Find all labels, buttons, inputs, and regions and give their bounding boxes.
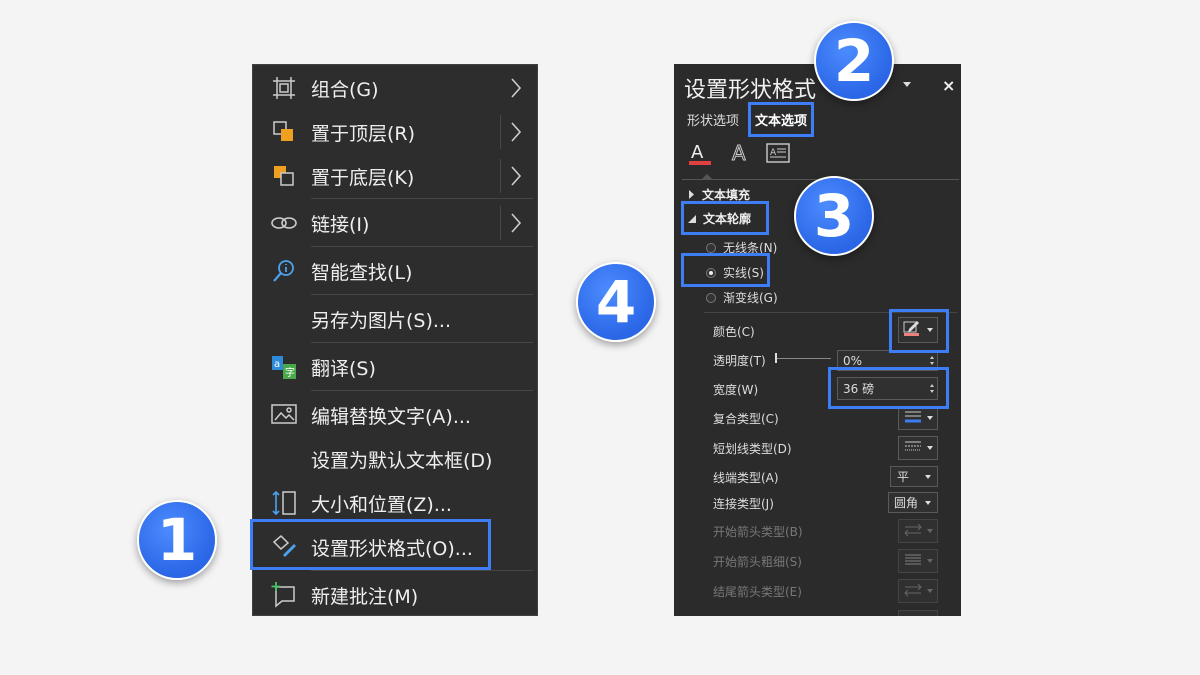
menu-separator bbox=[311, 294, 533, 295]
menu-item-label: 编辑替换文字(A)... bbox=[311, 405, 471, 428]
send-to-back-icon bbox=[269, 161, 299, 191]
highlight-text-options-tab bbox=[748, 102, 814, 137]
menu-item-label: 设置为默认文本框(D) bbox=[311, 449, 493, 472]
menu-item-bring-to-front[interactable]: 置于顶层(R) bbox=[253, 109, 537, 155]
svg-text:A: A bbox=[691, 142, 704, 163]
menu-item-send-to-back[interactable]: 置于底层(K) bbox=[253, 153, 537, 199]
label-transparency: 透明度(T) bbox=[713, 354, 766, 368]
menu-item-translate[interactable]: a字 翻译(S) bbox=[253, 344, 537, 390]
join-type-dropdown[interactable]: 圆角 bbox=[888, 492, 938, 513]
chevron-down-icon bbox=[925, 474, 931, 479]
alt-text-icon bbox=[269, 400, 299, 430]
group-icon bbox=[269, 73, 299, 103]
menu-item-set-default-textbox[interactable]: 设置为默认文本框(D) bbox=[253, 436, 537, 482]
chevron-right-icon bbox=[501, 71, 531, 105]
menu-separator bbox=[311, 390, 533, 391]
arrow-type-icon bbox=[903, 522, 922, 541]
radio-dot[interactable] bbox=[706, 242, 716, 253]
label-end-arrow-type: 结尾箭头类型(E) bbox=[713, 585, 802, 599]
begin-arrow-size-dropdown[interactable] bbox=[898, 549, 938, 573]
smart-lookup-icon bbox=[269, 256, 299, 286]
menu-item-label: 置于顶层(R) bbox=[311, 122, 416, 145]
menu-item-label: 新建批注(M) bbox=[311, 585, 419, 608]
cap-type-dropdown[interactable]: 平 bbox=[890, 466, 938, 487]
close-button[interactable]: × bbox=[942, 76, 955, 95]
pane-options-dropdown-icon[interactable] bbox=[903, 82, 911, 87]
chevron-down-icon bbox=[925, 500, 931, 505]
end-arrow-size-dropdown[interactable] bbox=[898, 610, 938, 616]
chevron-right-icon[interactable] bbox=[500, 115, 531, 149]
end-arrow-type-dropdown[interactable] bbox=[898, 579, 938, 603]
label-begin-arrow-type: 开始箭头类型(B) bbox=[713, 525, 803, 539]
menu-item-new-comment[interactable]: 新建批注(M) bbox=[253, 572, 537, 618]
compound-type-dropdown[interactable] bbox=[898, 406, 938, 430]
menu-item-label: 翻译(S) bbox=[311, 357, 376, 380]
menu-item-save-as-picture[interactable]: 另存为图片(S)... bbox=[253, 296, 537, 342]
text-fill-outline-icon[interactable]: A bbox=[686, 140, 714, 172]
label-compound-type: 复合类型(C) bbox=[713, 412, 779, 426]
menu-item-link[interactable]: 链接(I) bbox=[253, 200, 537, 246]
label-cap-type: 线端类型(A) bbox=[713, 471, 779, 485]
chevron-down-icon bbox=[926, 559, 933, 563]
link-icon bbox=[269, 208, 299, 238]
menu-item-label: 智能查找(L) bbox=[311, 261, 413, 284]
label-dash-type: 短划线类型(D) bbox=[713, 442, 792, 456]
chevron-down-icon bbox=[926, 446, 933, 450]
menu-item-group[interactable]: 组合(G) bbox=[253, 65, 537, 111]
textbox-icon[interactable]: A bbox=[764, 140, 792, 172]
menu-item-label: 置于底层(K) bbox=[311, 166, 415, 189]
begin-arrow-type-dropdown[interactable] bbox=[898, 519, 938, 543]
label-color: 颜色(C) bbox=[713, 325, 755, 339]
label-width: 宽度(W) bbox=[713, 383, 759, 397]
step-badge-3: 3 bbox=[794, 176, 874, 256]
label-begin-arrow-size: 开始箭头粗细(S) bbox=[713, 555, 802, 569]
highlight-format-shape bbox=[250, 519, 491, 570]
compound-lines-icon bbox=[904, 409, 922, 428]
menu-separator bbox=[311, 198, 533, 199]
dash-lines-icon bbox=[904, 439, 922, 458]
menu-item-label: 链接(I) bbox=[311, 213, 370, 236]
chevron-right-icon[interactable] bbox=[500, 159, 531, 193]
menu-separator bbox=[311, 246, 533, 247]
pane-title: 设置形状格式 bbox=[684, 78, 817, 103]
dash-type-dropdown[interactable] bbox=[898, 436, 938, 460]
highlight-solid-line-radio bbox=[681, 253, 770, 287]
svg-text:a: a bbox=[274, 359, 280, 370]
bring-to-front-icon bbox=[269, 117, 299, 147]
tab-shape-options[interactable]: 形状选项 bbox=[687, 110, 739, 129]
transparency-slider-track[interactable] bbox=[777, 358, 831, 359]
expand-right-icon bbox=[688, 188, 695, 202]
step-badge-4: 4 bbox=[576, 262, 656, 342]
chevron-right-icon[interactable] bbox=[500, 206, 531, 240]
menu-item-edit-alt-text[interactable]: 编辑替换文字(A)... bbox=[253, 392, 537, 438]
svg-text:字: 字 bbox=[285, 366, 295, 379]
menu-item-label: 组合(G) bbox=[311, 78, 379, 101]
menu-item-label: 大小和位置(Z)... bbox=[311, 493, 452, 516]
highlight-text-outline-section bbox=[681, 201, 769, 235]
menu-separator bbox=[311, 570, 533, 571]
arrow-size-icon bbox=[904, 552, 922, 571]
highlight-color-picker bbox=[889, 309, 949, 353]
menu-separator bbox=[311, 342, 533, 343]
chevron-down-icon bbox=[926, 529, 933, 533]
step-badge-1: 1 bbox=[137, 500, 217, 580]
menu-item-smart-lookup[interactable]: 智能查找(L) bbox=[253, 248, 537, 294]
chevron-down-icon bbox=[926, 589, 933, 593]
step-badge-2: 2 bbox=[814, 21, 894, 101]
new-comment-icon bbox=[269, 580, 299, 610]
svg-text:A: A bbox=[732, 141, 746, 165]
text-effects-icon[interactable]: A bbox=[726, 140, 754, 172]
radio-dot[interactable] bbox=[706, 292, 716, 303]
active-category-pointer bbox=[702, 174, 712, 179]
chevron-down-icon bbox=[926, 416, 933, 420]
menu-item-label: 另存为图片(S)... bbox=[311, 309, 452, 332]
label-join-type: 连接类型(J) bbox=[713, 497, 774, 511]
highlight-width-input bbox=[828, 367, 949, 409]
size-position-icon bbox=[269, 488, 299, 518]
arrow-type-icon bbox=[903, 582, 922, 601]
radio-gradient-line[interactable]: 渐变线(G) bbox=[706, 289, 778, 306]
translate-icon: a字 bbox=[269, 352, 299, 382]
